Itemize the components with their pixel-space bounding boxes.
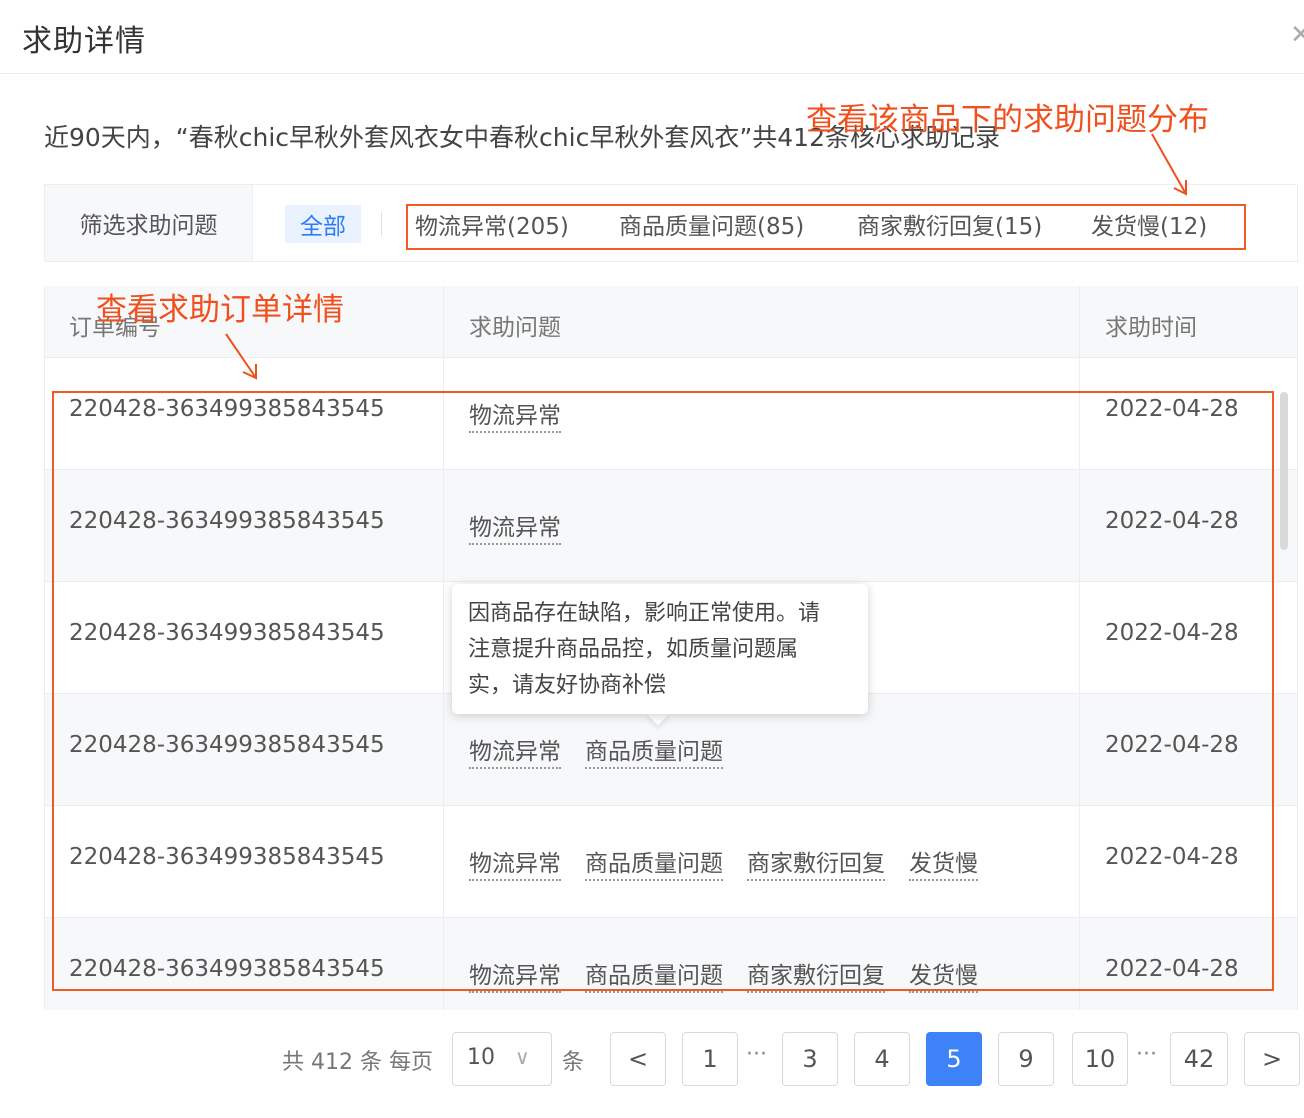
filter-highlight-box [406, 204, 1246, 250]
pagination-total: 共 412 条 每页 [282, 1050, 433, 1075]
filter-label: 筛选求助问题 [45, 185, 253, 261]
page-button-1[interactable]: 1 [682, 1032, 738, 1086]
filter-all-button[interactable]: 全部 [285, 205, 361, 243]
page-button-3[interactable]: 3 [782, 1032, 838, 1086]
table-highlight-box [52, 391, 1274, 991]
page-size-unit: 条 [562, 1050, 585, 1075]
dialog-title: 求助详情 [22, 24, 146, 59]
chevron-down-icon: ∨ [515, 1045, 530, 1069]
page-button-42[interactable]: 42 [1170, 1032, 1228, 1086]
column-header-time: 求助时间 [1105, 315, 1197, 341]
page-button-10[interactable]: 10 [1072, 1032, 1128, 1086]
page-button-9[interactable]: 9 [998, 1032, 1054, 1086]
page-button-4[interactable]: 4 [854, 1032, 910, 1086]
page-size-select[interactable]: 10 ∨ [452, 1032, 552, 1086]
column-header-issue: 求助问题 [469, 315, 561, 341]
close-icon[interactable]: ✕ [1290, 20, 1304, 50]
next-page-button[interactable]: > [1244, 1032, 1300, 1086]
page-button-5-current[interactable]: 5 [926, 1032, 982, 1086]
table-annotation: 查看求助订单详情 [96, 292, 344, 328]
pagination-ellipsis[interactable]: ··· [746, 1042, 767, 1067]
dialog-header: 求助详情 ✕ [0, 0, 1304, 74]
page-size-value: 10 [467, 1045, 495, 1070]
filter-annotation: 查看该商品下的求助问题分布 [806, 102, 1209, 138]
prev-page-button[interactable]: < [610, 1032, 666, 1086]
table-scrollbar[interactable] [1280, 392, 1288, 550]
pagination-ellipsis[interactable]: ··· [1136, 1042, 1157, 1067]
filter-divider [381, 211, 382, 237]
